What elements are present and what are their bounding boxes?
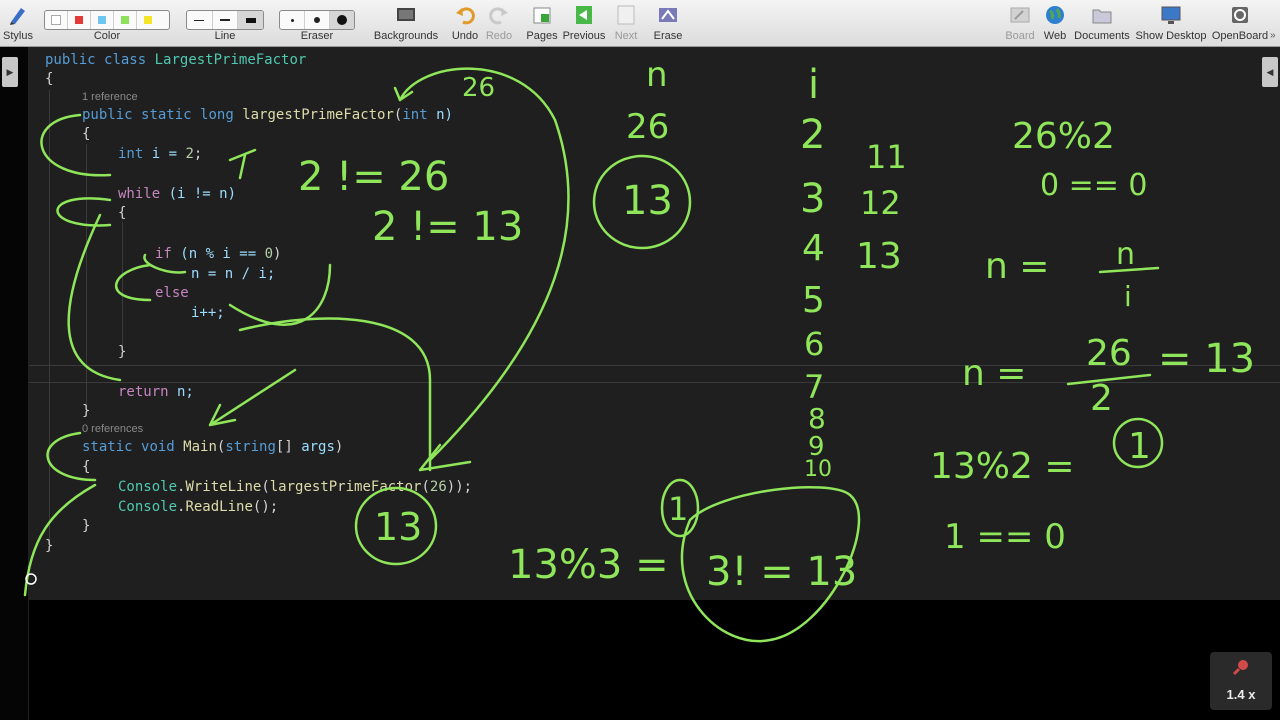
undo-button[interactable]: Undo: [448, 0, 482, 46]
eraser-medium-option[interactable]: [305, 11, 330, 29]
openboard-label: OpenBoard: [1211, 30, 1269, 42]
divider-line: [29, 365, 1280, 366]
code-if-line: if (n % i == 0): [155, 246, 282, 262]
code-increment-line: i++;: [191, 305, 225, 321]
documents-button[interactable]: Documents: [1073, 0, 1131, 46]
line-label: Line: [214, 30, 236, 42]
web-label: Web: [1043, 30, 1067, 42]
eraser-group: Eraser: [279, 0, 355, 46]
code-brace: {: [82, 126, 91, 142]
code-writeline: Console.WriteLine(largestPrimeFactor(26)…: [118, 479, 473, 495]
pages-icon: [533, 7, 551, 24]
color-palette: [44, 10, 170, 30]
backgrounds-label: Backgrounds: [373, 30, 439, 42]
pages-button[interactable]: Pages: [524, 0, 560, 46]
previous-button[interactable]: Previous: [562, 0, 606, 46]
openboard-button[interactable]: OpenBoard: [1211, 0, 1269, 46]
eraser-size-palette: [279, 10, 355, 30]
next-label: Next: [614, 30, 638, 42]
reference-count[interactable]: 1 reference: [82, 91, 138, 103]
documents-label: Documents: [1074, 30, 1130, 42]
color-group: Color: [44, 0, 170, 46]
line-thick-option[interactable]: [238, 11, 263, 29]
eraser-label: Eraser: [300, 30, 334, 42]
code-readline: Console.ReadLine();: [118, 499, 279, 515]
board-button[interactable]: Board: [1002, 0, 1038, 46]
stylus-button[interactable]: Stylus: [0, 0, 36, 46]
previous-label: Previous: [562, 30, 606, 42]
backgrounds-button[interactable]: Backgrounds: [372, 0, 440, 46]
undo-label: Undo: [451, 30, 479, 42]
color-yellow-swatch[interactable]: [137, 11, 159, 29]
board-icon: [1010, 7, 1030, 23]
code-method-signature: public static long largestPrimeFactor(in…: [82, 107, 453, 123]
web-button[interactable]: Web: [1040, 0, 1070, 46]
gear-icon: [1232, 7, 1248, 23]
reference-count[interactable]: 0 references: [82, 423, 143, 435]
code-brace: }: [82, 403, 91, 419]
code-brace: }: [118, 344, 127, 360]
previous-icon: [576, 6, 592, 24]
monitor-icon: [1161, 6, 1181, 24]
color-red-swatch[interactable]: [68, 11, 91, 29]
code-main-signature: static void Main(string[] args): [82, 439, 344, 455]
zoom-icon: [1232, 660, 1248, 676]
zoom-label: 1.4 x: [1226, 687, 1256, 702]
zoom-indicator[interactable]: 1.4 x: [1210, 652, 1272, 710]
code-return-line: return n;: [118, 384, 194, 400]
redo-button[interactable]: Redo: [482, 0, 516, 46]
left-panel-handle[interactable]: ▶: [2, 57, 18, 87]
color-green-swatch[interactable]: [114, 11, 137, 29]
code-brace: {: [82, 459, 91, 475]
folder-icon: [1092, 9, 1112, 24]
code-class-line: public class LargestPrimeFactor: [45, 52, 307, 68]
board-canvas[interactable]: ◀: [29, 47, 1280, 600]
erase-icon: [659, 8, 677, 22]
next-icon: [617, 5, 635, 25]
code-brace: }: [82, 518, 91, 534]
backgrounds-icon: [397, 8, 415, 21]
code-init-line: int i = 2;: [118, 146, 203, 162]
show-desktop-label: Show Desktop: [1135, 30, 1207, 42]
code-assign-line: n = n / i;: [191, 266, 276, 282]
line-group: Line: [186, 0, 264, 46]
line-medium-option[interactable]: [213, 11, 239, 29]
erase-button[interactable]: Erase: [648, 0, 688, 46]
right-panel-handle[interactable]: ◀: [1262, 57, 1278, 87]
code-while-line: while (i != n): [118, 186, 237, 202]
code-brace: {: [45, 71, 54, 87]
code-brace: }: [45, 538, 54, 554]
color-label: Color: [93, 30, 121, 42]
stylus-icon: [10, 8, 25, 25]
stylus-label: Stylus: [3, 30, 33, 42]
left-strip: ▶: [0, 47, 29, 720]
pages-label: Pages: [526, 30, 558, 42]
line-thin-option[interactable]: [187, 11, 213, 29]
code-else-line: else: [155, 285, 189, 301]
globe-icon: [1046, 6, 1064, 24]
line-width-palette: [186, 10, 264, 30]
color-white-swatch[interactable]: [45, 11, 68, 29]
next-button[interactable]: Next: [608, 0, 644, 46]
redo-icon: [489, 7, 508, 25]
chevron-icon[interactable]: »: [1270, 30, 1276, 41]
undo-icon: [456, 7, 475, 25]
eraser-small-option[interactable]: [280, 11, 305, 29]
show-desktop-button[interactable]: Show Desktop: [1135, 0, 1207, 46]
cursor-icon: [25, 573, 37, 585]
erase-label: Erase: [653, 30, 683, 42]
color-blue-swatch[interactable]: [91, 11, 114, 29]
divider-line-2: [29, 382, 1280, 383]
code-brace: {: [118, 205, 127, 221]
eraser-large-option[interactable]: [330, 11, 354, 29]
toolbar: Stylus Color Line Eraser Backgrounds Und…: [0, 0, 1280, 47]
redo-label: Redo: [485, 30, 513, 42]
board-label: Board: [1005, 30, 1035, 42]
